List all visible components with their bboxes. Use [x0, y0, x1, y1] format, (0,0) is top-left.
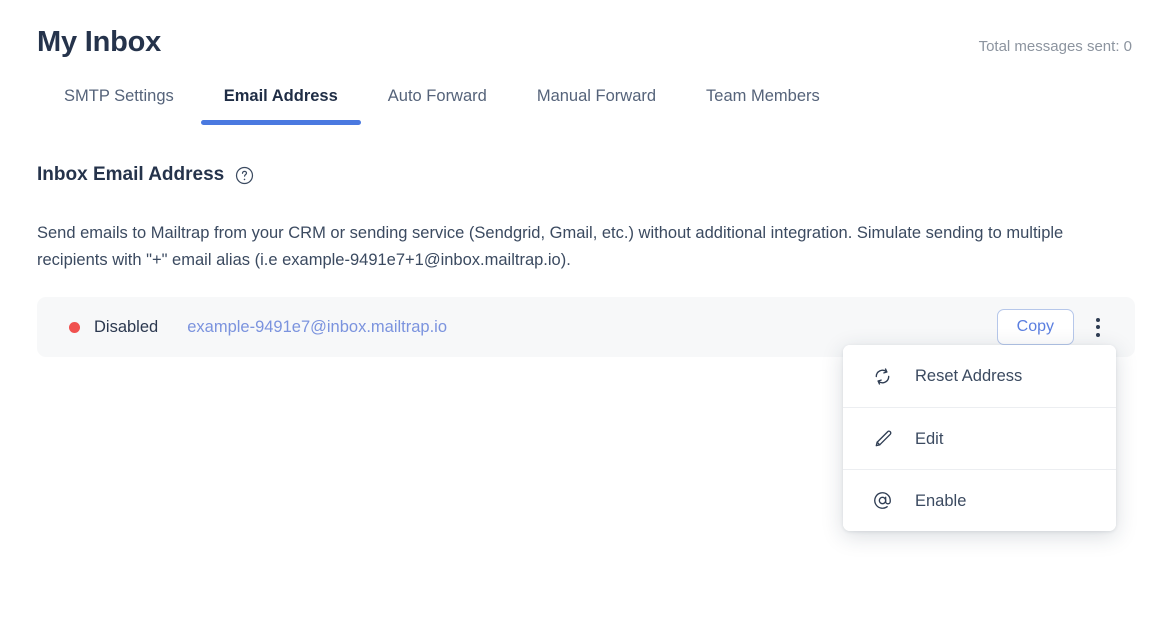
- menu-item-label: Reset Address: [915, 365, 1022, 387]
- page-header: My Inbox Total messages sent: 0: [0, 22, 1160, 68]
- card-actions: Copy: [997, 309, 1115, 345]
- tab-active-underline: [201, 120, 361, 125]
- status-dot-icon: [69, 322, 80, 333]
- menu-item-label: Edit: [915, 428, 943, 450]
- inbox-email-link[interactable]: example-9491e7@inbox.mailtrap.io: [187, 316, 447, 338]
- kebab-dot: [1096, 318, 1100, 322]
- section-heading: Inbox Email Address: [37, 162, 254, 188]
- total-messages-sent-label: Total messages sent: 0: [979, 37, 1132, 57]
- kebab-dot: [1096, 333, 1100, 337]
- tab-smtp-settings[interactable]: SMTP Settings: [37, 84, 199, 125]
- tab-bar: SMTP Settings Email Address Auto Forward…: [37, 84, 845, 131]
- page-title: My Inbox: [37, 22, 161, 62]
- section-description: Send emails to Mailtrap from your CRM or…: [37, 220, 1102, 274]
- at-sign-icon: [871, 490, 893, 512]
- section-title: Inbox Email Address: [37, 162, 224, 188]
- kebab-dot: [1096, 325, 1100, 329]
- tab-team-members[interactable]: Team Members: [681, 84, 845, 125]
- tab-label: Team Members: [706, 87, 820, 105]
- more-vertical-icon[interactable]: [1081, 310, 1115, 344]
- question-mark-circle-icon[interactable]: [235, 166, 254, 185]
- tab-manual-forward[interactable]: Manual Forward: [512, 84, 681, 125]
- tab-email-address[interactable]: Email Address: [199, 84, 363, 125]
- status-badge: Disabled: [94, 316, 158, 338]
- address-actions-menu: Reset Address Edit Enable: [843, 345, 1116, 531]
- menu-item-reset-address[interactable]: Reset Address: [843, 345, 1116, 407]
- tab-label: Auto Forward: [388, 87, 487, 105]
- inbox-page: My Inbox Total messages sent: 0 SMTP Set…: [0, 0, 1160, 618]
- tab-label: Manual Forward: [537, 87, 656, 105]
- tab-auto-forward[interactable]: Auto Forward: [363, 84, 512, 125]
- menu-item-edit[interactable]: Edit: [843, 407, 1116, 469]
- tab-label: SMTP Settings: [64, 87, 174, 105]
- menu-item-enable[interactable]: Enable: [843, 469, 1116, 531]
- copy-button[interactable]: Copy: [997, 309, 1074, 345]
- tab-label: Email Address: [224, 87, 338, 105]
- refresh-icon: [871, 365, 893, 387]
- menu-item-label: Enable: [915, 490, 966, 512]
- pencil-icon: [871, 428, 893, 450]
